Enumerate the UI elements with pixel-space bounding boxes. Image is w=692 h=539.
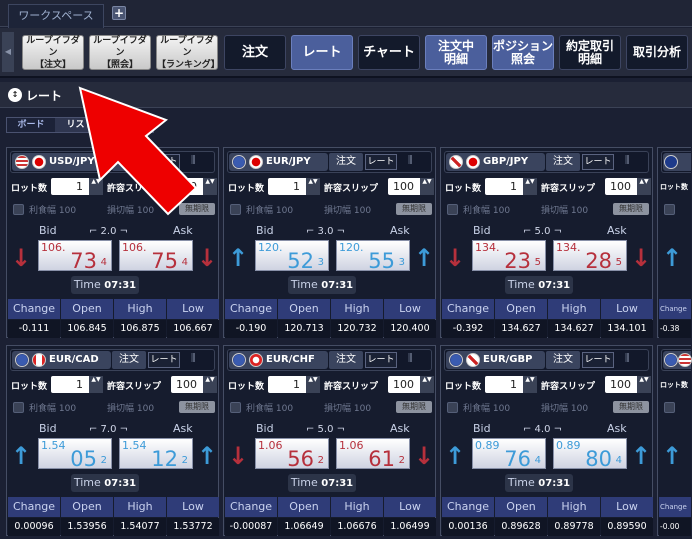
red-arrow-icon <box>78 86 198 216</box>
pointer-arrow-overlay <box>78 86 198 216</box>
